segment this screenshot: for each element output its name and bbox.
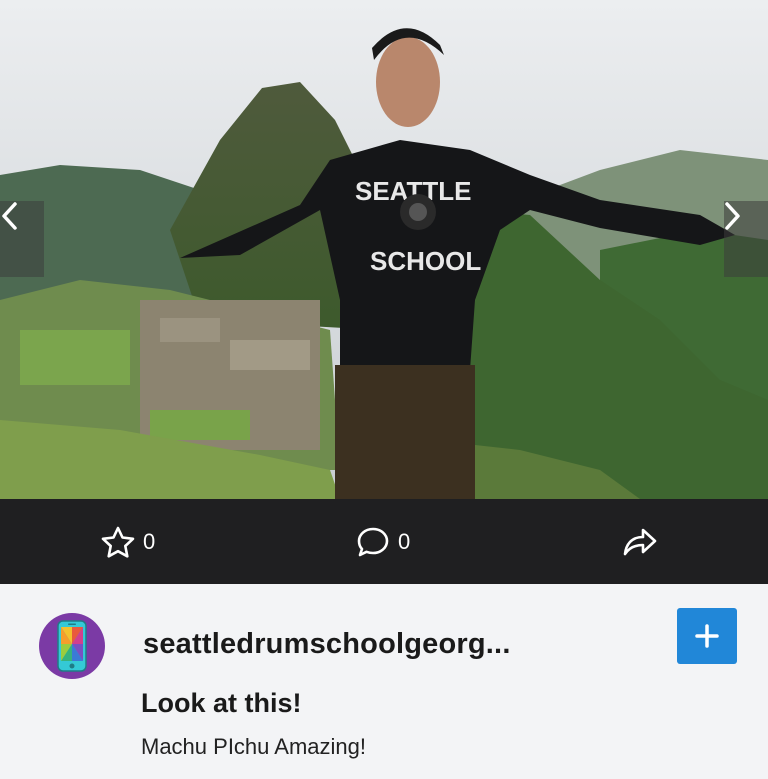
next-photo-button[interactable] bbox=[724, 201, 768, 277]
star-icon bbox=[101, 526, 135, 558]
share-arrow-icon bbox=[623, 528, 657, 555]
speech-bubble-icon bbox=[357, 527, 389, 556]
chevron-left-icon bbox=[2, 202, 17, 230]
post-caption: Machu PIchu Amazing! bbox=[141, 734, 367, 759]
username[interactable]: seattledrumschoolgeorg... bbox=[143, 628, 511, 661]
phone-avatar-icon bbox=[57, 620, 87, 672]
share-button[interactable] bbox=[622, 499, 658, 584]
comment-button[interactable]: 0 bbox=[356, 499, 410, 584]
star-button[interactable]: 0 bbox=[101, 499, 155, 584]
prev-photo-button[interactable] bbox=[0, 201, 44, 277]
action-bar: 0 0 bbox=[0, 499, 768, 584]
photo-scene: SEATTLE SCHOOL bbox=[0, 0, 768, 499]
post-info: seattledrumschoolgeorg... Look at this! … bbox=[0, 584, 768, 779]
follow-button[interactable] bbox=[677, 608, 737, 664]
star-count: 0 bbox=[143, 528, 156, 554]
plus-icon bbox=[695, 624, 719, 648]
svg-text:SCHOOL: SCHOOL bbox=[370, 246, 481, 276]
avatar[interactable] bbox=[39, 613, 105, 679]
chevron-right-icon bbox=[725, 202, 740, 230]
post-photo[interactable]: SEATTLE SCHOOL bbox=[0, 0, 768, 499]
comment-count: 0 bbox=[398, 528, 411, 554]
post-title: Look at this! bbox=[141, 688, 302, 718]
